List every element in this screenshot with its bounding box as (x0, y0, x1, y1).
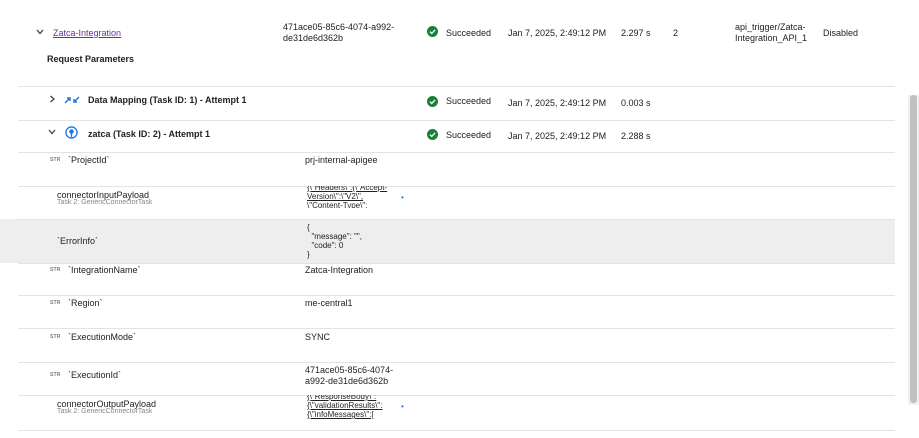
scrollbar-thumb[interactable] (910, 95, 917, 403)
divider (18, 186, 895, 187)
divider (18, 430, 895, 431)
request-parameters-heading: Request Parameters (47, 54, 135, 64)
param-name: `ExecutionMode` (68, 332, 137, 342)
integration-name-link[interactable]: Zatca-Integration (53, 28, 121, 38)
param-value: me-central1 (305, 298, 353, 308)
param-value: { "message": "", "code": 0 } (307, 223, 362, 259)
string-type-icon: STR (50, 300, 61, 306)
divider (18, 120, 895, 121)
execution-duration: 2.297 s (621, 28, 651, 38)
param-subtitle: Task 2: GenericConnectorTask (57, 408, 153, 415)
string-type-icon: STR (50, 267, 61, 273)
task-duration: 0.003 s (621, 98, 651, 108)
success-check-icon (427, 26, 438, 37)
execution-trigger: api_trigger/Zatca- Integration_API_1 (735, 22, 808, 43)
param-value-clip: {\"ResponseBody\": {\"validationResults\… (307, 395, 399, 419)
param-value: 471ace05-85c6-4074- a992-de31de6d362b (305, 365, 394, 386)
string-type-icon: STR (50, 372, 61, 378)
success-check-icon (427, 96, 438, 107)
task-status: Succeeded (446, 96, 492, 106)
execution-state: Disabled (823, 28, 859, 38)
task-duration: 2.288 s (621, 131, 651, 141)
divider (18, 219, 895, 220)
string-type-icon: STR (50, 334, 61, 340)
divider (18, 362, 895, 363)
string-type-icon: STR (50, 157, 61, 163)
execution-status: Succeeded (446, 28, 492, 38)
divider (18, 152, 895, 153)
task-name[interactable]: Data Mapping (Task ID: 1) - Attempt 1 (88, 95, 247, 105)
execution-timestamp: Jan 7, 2025, 2:49:12 PM (508, 28, 607, 38)
connector-icon (65, 126, 78, 139)
param-name: `ProjectId` (68, 155, 110, 165)
chevron-down-icon[interactable] (35, 27, 45, 37)
error-info-row (0, 219, 895, 263)
divider (18, 295, 895, 296)
param-value: SYNC (305, 332, 331, 342)
param-value: prj-internal-apigee (305, 155, 378, 165)
success-check-icon (427, 129, 438, 140)
param-name: `Region` (68, 298, 103, 308)
param-name: `ExecutionId` (68, 370, 122, 380)
expand-dot-icon[interactable]: • (401, 402, 404, 411)
param-value-clip: {\"Headers\":{\"Accept- Version\":\"V2\"… (307, 186, 397, 208)
chevron-right-icon[interactable] (47, 94, 57, 104)
chevron-down-icon[interactable] (47, 127, 57, 137)
param-value: Zatca-Integration (305, 265, 374, 275)
execution-count: 2 (673, 28, 679, 38)
divider (18, 86, 895, 87)
param-name: `ErrorInfo` (57, 236, 99, 246)
task-status: Succeeded (446, 130, 492, 140)
divider (18, 328, 895, 329)
divider (18, 395, 895, 396)
param-subtitle: Task 2: GenericConnectorTask (57, 199, 153, 206)
execution-id: 471ace05-85c6-4074-a992- de31de6d362b (283, 22, 395, 43)
param-value: {\"Headers\":{\"Accept- Version\":\"V2\"… (307, 186, 388, 208)
param-value: {\"ResponseBody\": {\"validationResults\… (307, 395, 383, 419)
data-mapping-icon (64, 96, 80, 104)
divider (18, 263, 895, 264)
task-timestamp: Jan 7, 2025, 2:49:12 PM (508, 131, 607, 141)
expand-dot-icon[interactable]: • (401, 193, 404, 202)
task-name[interactable]: zatca (Task ID: 2) - Attempt 1 (88, 129, 210, 139)
task-timestamp: Jan 7, 2025, 2:49:12 PM (508, 98, 607, 108)
param-name: `IntegrationName` (68, 265, 141, 275)
